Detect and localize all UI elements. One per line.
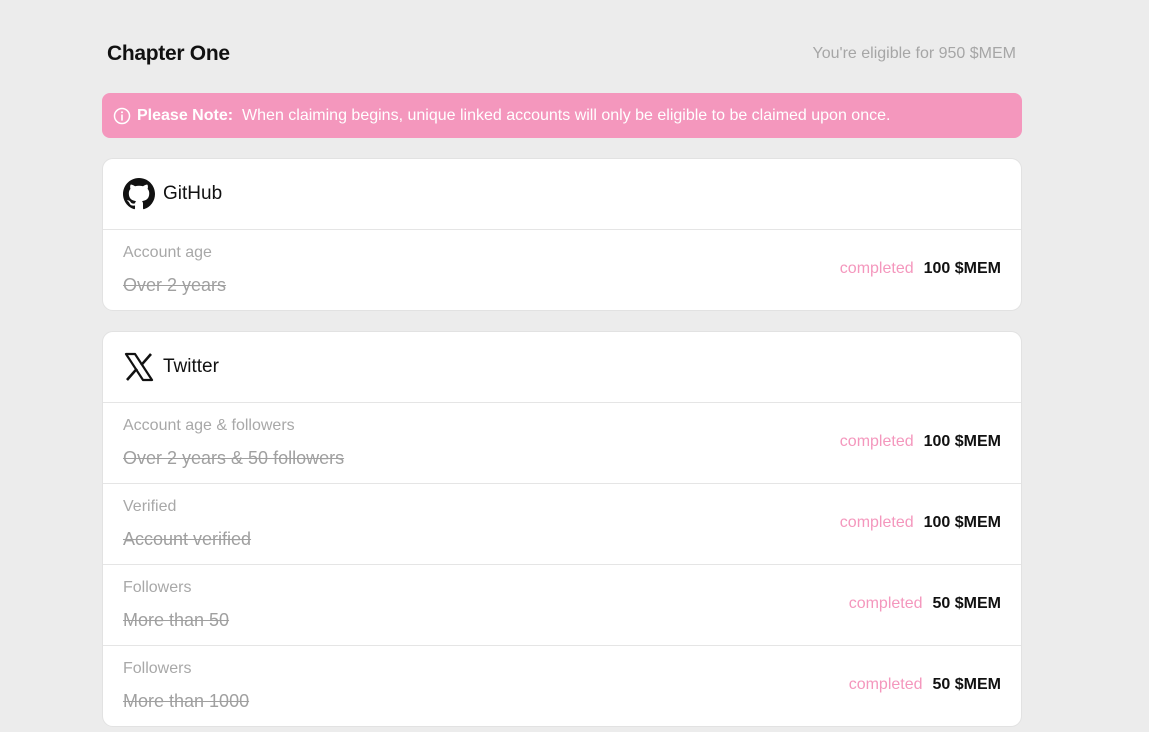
task-row: Verified Account verified completed 100 …	[103, 484, 1021, 565]
x-icon	[123, 351, 155, 383]
task-label: Verified	[123, 498, 177, 515]
task-status: completed	[848, 676, 923, 693]
task-row: Followers More than 50 completed 50 $MEM	[103, 565, 1021, 646]
task-requirement: More than 50	[123, 610, 230, 630]
task-requirement: Over 2 years	[123, 275, 227, 295]
github-card-header: GitHub	[103, 159, 1021, 230]
task-requirement: Over 2 years & 50 followers	[123, 448, 345, 468]
twitter-card-header: Twitter	[103, 332, 1021, 403]
note-label: Please Note:	[137, 106, 234, 124]
task-row: Followers More than 1000 completed 50 $M…	[103, 646, 1021, 726]
task-requirement: Account verified	[123, 529, 252, 549]
task-reward: 100 $MEM	[923, 514, 1001, 531]
eligibility-text: You're eligible for 950 $MEM	[812, 45, 1016, 62]
note-text: When claiming begins, unique linked acco…	[242, 106, 891, 124]
github-icon	[123, 178, 155, 210]
task-reward: 100 $MEM	[923, 260, 1001, 277]
github-card: GitHub Account age Over 2 years complete…	[102, 158, 1022, 311]
task-status: completed	[839, 433, 914, 450]
twitter-card: Twitter Account age & followers Over 2 y…	[102, 331, 1022, 727]
info-icon	[113, 107, 131, 125]
task-reward: 100 $MEM	[923, 433, 1001, 450]
task-reward: 50 $MEM	[932, 595, 1001, 612]
task-status: completed	[839, 514, 914, 531]
twitter-title: Twitter	[163, 356, 219, 377]
task-reward: 50 $MEM	[932, 676, 1001, 693]
task-row: Account age Over 2 years completed 100 $…	[103, 230, 1021, 310]
task-requirement: More than 1000	[123, 691, 250, 711]
note-banner: Please Note: When claiming begins, uniqu…	[102, 93, 1022, 138]
task-label: Followers	[123, 660, 192, 677]
github-title: GitHub	[163, 183, 223, 204]
task-status: completed	[848, 595, 923, 612]
task-label: Account age	[123, 244, 212, 261]
task-label: Account age & followers	[123, 417, 295, 434]
task-label: Followers	[123, 579, 192, 596]
task-row: Account age & followers Over 2 years & 5…	[103, 403, 1021, 484]
page-title: Chapter One	[107, 42, 230, 65]
task-status: completed	[839, 260, 914, 277]
chapter-header: Chapter One You're eligible for 950 $MEM	[102, 42, 1022, 70]
